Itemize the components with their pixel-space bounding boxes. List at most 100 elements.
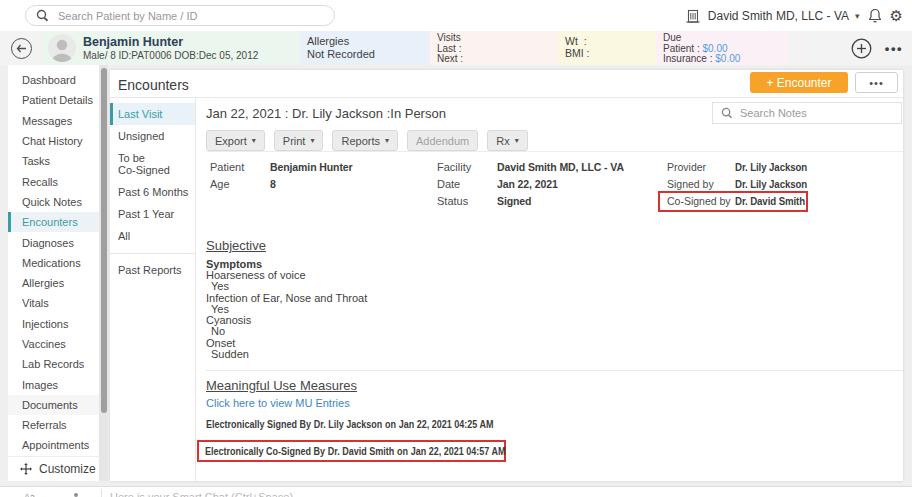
reports-button[interactable]: Reports▾ [332, 130, 398, 151]
allergies-value: Not Recorded [307, 48, 423, 61]
symptom-answer: Yes [206, 281, 367, 292]
back-button[interactable] [11, 38, 32, 59]
left-sidebar: Dashboard Patient Details Messages Chat … [8, 65, 99, 481]
signed-by-value: Dr. Lily Jackson [735, 178, 807, 190]
customize-button[interactable]: Customize [8, 456, 99, 481]
patient-summary-section[interactable]: Benjamin Hunter Male/ 8 ID:PAT0006 DOB:D… [42, 31, 300, 65]
sidebar-item-encounters[interactable]: Encounters [8, 212, 99, 232]
patient-header-bar: Benjamin Hunter Male/ 8 ID:PAT0006 DOB:D… [0, 31, 912, 65]
sidebar-item-vaccines[interactable]: Vaccines [8, 334, 99, 354]
patient-search-placeholder: Search Patient by Name / ID [58, 10, 197, 22]
sidebar-item-recalls[interactable]: Recalls [8, 171, 99, 191]
print-button[interactable]: Print▾ [274, 130, 324, 151]
search-icon [36, 9, 49, 22]
sidebar-item-documents[interactable]: Documents [8, 395, 99, 415]
search-notes-input[interactable]: Search Notes [712, 102, 902, 124]
encounters-panel: Encounters + Encounter ••• Last Visit Un… [110, 70, 903, 481]
patient-label: Patient [210, 161, 270, 173]
due-insurance-value: $0.00 [715, 53, 740, 64]
facility-value: David Smith MD, LLC - VA [497, 161, 624, 173]
symptom-question: Cyanosis [206, 315, 367, 326]
subnav-past-6-months[interactable]: Past 6 Months [110, 181, 195, 203]
subnav-past-1-year[interactable]: Past 1 Year [110, 203, 195, 225]
notifications-bell-icon[interactable] [868, 8, 882, 23]
encounter-note-title: Jan 22, 2021 : Dr. Lily Jackson :In Pers… [206, 106, 446, 121]
practice-caret-down-icon[interactable]: ▾ [855, 11, 860, 21]
subnav-to-be-cosigned[interactable]: To beCo-Signed [110, 147, 195, 181]
encounter-details: PatientBenjamin Hunter Age8 FacilityDavi… [196, 158, 903, 220]
signed-by-label: Signed by [667, 178, 735, 190]
age-value: 8 [270, 178, 276, 190]
sidebar-item-vitals[interactable]: Vitals [8, 293, 99, 313]
add-button[interactable] [851, 38, 872, 59]
note-toolbar: Export▾ Print▾ Reports▾ Addendum Rx▾ [206, 130, 903, 152]
smart-chat-bar[interactable]: A̶a Here is your Smart Chat (Ctrl+Space) [0, 486, 912, 497]
patient-demographics: Male/ 8 ID:PAT0006 DOB:Dec 05, 2012 [83, 50, 258, 62]
cosigned-highlight-box [658, 191, 808, 212]
status-value: Signed [497, 195, 531, 207]
divider [101, 489, 102, 497]
subnav-all[interactable]: All [110, 225, 195, 247]
sidebar-item-patient-details[interactable]: Patient Details [8, 90, 99, 110]
encounters-more-button[interactable]: ••• [855, 72, 898, 93]
scrollbar-thumb[interactable] [101, 68, 107, 413]
sidebar-item-lab-records[interactable]: Lab Records [8, 354, 99, 374]
caret-down-icon: ▾ [310, 136, 314, 145]
due-insurance-label: Insurance : [663, 53, 712, 64]
symptom-question: Infection of Ear, Nose and Throat [206, 293, 367, 304]
patient-search-input[interactable]: Search Patient by Name / ID [25, 5, 335, 26]
facility-label: Facility [437, 161, 497, 173]
sidebar-item-chat-history[interactable]: Chat History [8, 131, 99, 151]
sidebar-item-allergies[interactable]: Allergies [8, 273, 99, 293]
mu-entries-link[interactable]: Click here to view MU Entries [206, 397, 350, 409]
subjective-heading: Subjective [206, 238, 266, 253]
subnav-past-reports[interactable]: Past Reports [110, 259, 195, 281]
person-icon[interactable] [71, 492, 81, 497]
due-section[interactable]: Due Patient : $0.00 Insurance : $0.00 [656, 31, 788, 65]
search-notes-placeholder: Search Notes [740, 107, 807, 119]
search-icon [721, 107, 733, 119]
symptom-question: Hoarseness of voice [206, 270, 367, 281]
vitals-section[interactable]: Wt : BMI : [558, 31, 656, 65]
due-patient-label: Patient : [663, 43, 700, 54]
sidebar-item-injections[interactable]: Injections [8, 314, 99, 334]
settings-gear-icon[interactable]: ⚙ [890, 8, 903, 23]
rx-button[interactable]: Rx▾ [487, 130, 527, 151]
age-label: Age [210, 178, 270, 190]
sidebar-item-quick-notes[interactable]: Quick Notes [8, 192, 99, 212]
sidebar-scrollbar[interactable] [99, 65, 108, 481]
visits-label: Visits [437, 33, 551, 44]
symptoms-list: Hoarseness of voice Yes Infection of Ear… [206, 270, 367, 360]
sidebar-item-referrals[interactable]: Referrals [8, 415, 99, 435]
encounters-subnav: Last Visit Unsigned To beCo-Signed Past … [110, 98, 196, 481]
top-bar: Search Patient by Name / ID David Smith … [0, 0, 912, 31]
visits-section[interactable]: Visits Last : Next : [430, 31, 558, 65]
allergies-section[interactable]: Allergies Not Recorded [300, 31, 430, 65]
sidebar-item-dashboard[interactable]: Dashboard [8, 70, 99, 90]
sidebar-item-diagnoses[interactable]: Diagnoses [8, 232, 99, 252]
visits-next-label: Next : [437, 54, 551, 65]
symptom-answer: Sudden [206, 349, 367, 360]
sidebar-item-images[interactable]: Images [8, 374, 99, 394]
font-icon[interactable]: A̶a [24, 492, 35, 497]
practice-name[interactable]: David Smith MD, LLC - VA [708, 9, 849, 23]
sidebar-item-medications[interactable]: Medications [8, 253, 99, 273]
subnav-divider [110, 253, 195, 254]
sidebar-item-tasks[interactable]: Tasks [8, 151, 99, 171]
sidebar-item-appointments[interactable]: Appointments [8, 435, 99, 455]
due-patient-value: $0.00 [702, 43, 727, 54]
date-value: Jan 22, 2021 [497, 178, 558, 190]
subnav-unsigned[interactable]: Unsigned [110, 125, 195, 147]
subnav-last-visit[interactable]: Last Visit [110, 103, 195, 125]
caret-down-icon: ▾ [385, 136, 389, 145]
sidebar-item-messages[interactable]: Messages [8, 111, 99, 131]
provider-label: Provider [667, 161, 735, 173]
export-button[interactable]: Export▾ [206, 130, 265, 151]
addendum-button[interactable]: Addendum [407, 130, 478, 151]
provider-value: Dr. Lily Jackson [735, 161, 807, 173]
new-encounter-button[interactable]: + Encounter [750, 72, 848, 93]
patient-name: Benjamin Hunter [83, 35, 258, 50]
patient-more-options-button[interactable]: ••• [885, 41, 903, 56]
move-icon [20, 463, 32, 475]
wt-label: Wt : [565, 35, 649, 47]
